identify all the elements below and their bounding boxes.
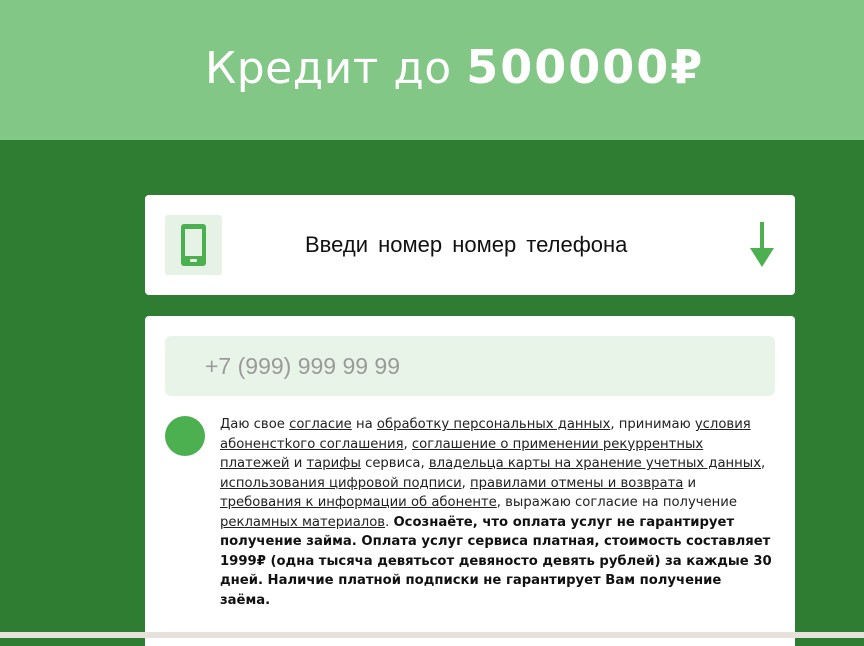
consent-text-part: и	[683, 475, 697, 491]
consent-text-part: , выражаю согласие на получение	[496, 495, 737, 510]
smartphone-icon-box	[165, 215, 222, 275]
consent-text-part: на	[351, 417, 377, 432]
link-card-storage[interactable]: владельца карты на хранение учетных данн…	[429, 456, 761, 471]
link-subscriber-info[interactable]: требования к информации об абоненте	[220, 495, 497, 510]
hero-banner: Кредит до 500000₽	[0, 0, 864, 140]
link-digital-signature[interactable]: использования цифровой подписи	[220, 476, 462, 491]
phone-number-input[interactable]	[165, 336, 775, 396]
smartphone-icon	[181, 224, 206, 266]
bottom-strip	[0, 632, 864, 638]
link-ad-materials[interactable]: рекламных материалов	[220, 515, 385, 530]
phone-header-card: Введи номер номер телефона	[145, 195, 795, 295]
consent-text-part: Даю свое	[220, 417, 290, 432]
consent-text-part: ,	[403, 436, 412, 452]
consent-text-part: , принимаю	[610, 417, 695, 432]
link-refund-rules[interactable]: правилами отмены и возврата	[470, 476, 683, 491]
phone-form-card: Даю свое согласие на обработку персональ…	[145, 316, 795, 646]
consent-text-part: сервиса,	[360, 456, 429, 471]
hero-title-amount: 500000₽	[466, 40, 705, 94]
phone-card-title: Введи номер номер телефона	[305, 232, 628, 257]
consent-text: Даю свое согласие на обработку персональ…	[220, 415, 775, 610]
arrow-down-icon	[750, 222, 774, 267]
consent-checkbox[interactable]	[165, 416, 205, 456]
link-consent[interactable]: согласие	[289, 417, 352, 432]
hero-title-prefix: Кредит до	[205, 43, 452, 94]
link-tariffs[interactable]: тарифы	[306, 456, 360, 471]
consent-text-part: и	[289, 456, 307, 471]
consent-text-part: ,	[761, 456, 766, 471]
link-personal-data[interactable]: обработку персональных данных	[377, 417, 611, 432]
consent-text-part: ,	[461, 475, 471, 491]
hero-title: Кредит до 500000₽	[205, 40, 704, 94]
